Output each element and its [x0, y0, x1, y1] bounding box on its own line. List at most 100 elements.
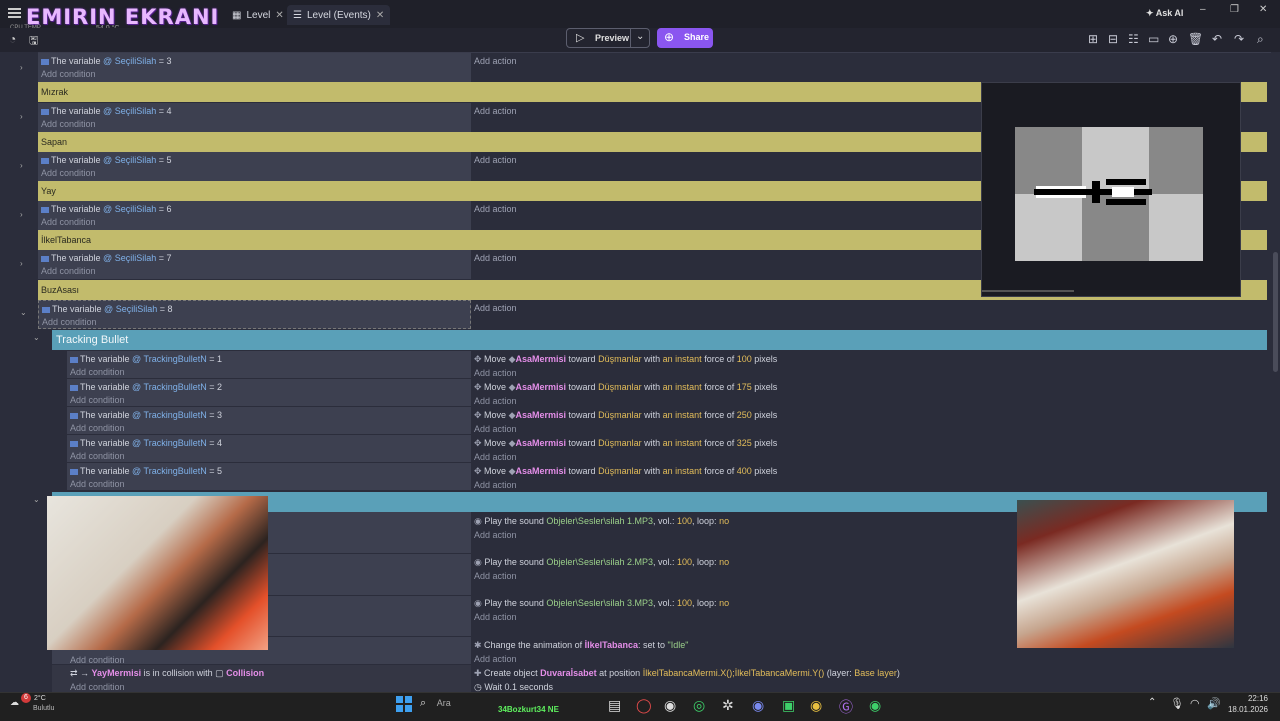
event-condition[interactable]: The variable @ SeçiliSilah = 5 Add condi…: [38, 152, 471, 181]
chevron-right-icon[interactable]: ›: [20, 259, 23, 268]
chevron-up-icon[interactable]: ⌃: [1148, 697, 1156, 708]
chrome-icon[interactable]: ◉: [810, 697, 822, 714]
add-condition-link[interactable]: Add condition: [41, 217, 468, 227]
gdevelop-icon[interactable]: Ⓖ: [839, 697, 853, 717]
settings-icon[interactable]: ✲: [722, 697, 734, 714]
add-condition-link[interactable]: Add condition: [41, 266, 468, 276]
action-play-sound[interactable]: ◉ Play the sound Objeler\Sesler\silah 3.…: [474, 598, 729, 622]
add-condition-link[interactable]: Add condition: [70, 395, 468, 405]
undo-icon[interactable]: ↶: [1212, 32, 1222, 46]
event-condition[interactable]: The variable @ SeçiliSilah = 3 Add condi…: [38, 53, 471, 82]
event-condition[interactable]: The variable @ SeçiliSilah = 6 Add condi…: [38, 201, 471, 230]
taskbar-search[interactable]: ⌕ Ara: [420, 697, 482, 711]
add-action-link[interactable]: Add action: [474, 106, 517, 116]
add-action-link[interactable]: Add action: [474, 56, 517, 66]
add-condition-link[interactable]: Add condition: [70, 367, 468, 377]
action-create-object[interactable]: ✚ Create object Duvaraİsabet at position…: [474, 668, 900, 693]
discord-icon[interactable]: ◉: [752, 697, 764, 714]
event-condition[interactable]: The variable @ SeçiliSilah = 8 Add condi…: [38, 300, 471, 329]
condition-value: = 5: [209, 466, 223, 476]
scrollbar-thumb[interactable]: [1273, 252, 1278, 372]
event-condition[interactable]: The variable @ SeçiliSilah = 7 Add condi…: [38, 250, 471, 279]
steam-icon[interactable]: ◉: [664, 697, 676, 714]
add-group-icon[interactable]: ☷: [1128, 32, 1139, 46]
ask-ai-button[interactable]: ✦ Ask AI: [1146, 8, 1183, 19]
chevron-down-icon[interactable]: ⌄: [636, 31, 644, 42]
add-action-link[interactable]: Add action: [474, 368, 777, 378]
add-condition-link[interactable]: Add condition: [42, 317, 467, 327]
opera-icon[interactable]: ◯: [636, 697, 652, 714]
add-condition-link[interactable]: Add condition: [41, 168, 468, 178]
windows-start-icon[interactable]: [396, 696, 412, 712]
share-button[interactable]: ⊕ Share: [657, 28, 713, 48]
add-condition-link[interactable]: Add condition: [70, 479, 468, 489]
event-condition[interactable]: The variable @ TrackingBulletN = 4 Add co…: [67, 435, 471, 462]
action-move-toward[interactable]: ✥ Move ◆AsaMermisi toward Düşmanlar with…: [474, 466, 777, 490]
add-condition-link[interactable]: Add condition: [55, 682, 468, 692]
add-condition-link[interactable]: Add condition: [55, 655, 468, 665]
whatsapp-icon[interactable]: ◎: [693, 697, 705, 714]
add-action-link[interactable]: Add action: [474, 571, 729, 581]
close-window-icon[interactable]: ✕: [1259, 4, 1267, 15]
add-condition-link[interactable]: Add condition: [41, 119, 468, 129]
group-header-tracking[interactable]: Tracking Bullet: [52, 330, 1267, 350]
event-condition[interactable]: The variable @ SeçiliSilah = 4 Add condi…: [38, 103, 471, 132]
action-play-sound[interactable]: ◉ Play the sound Objeler\Sesler\silah 1.…: [474, 516, 729, 540]
preview-button[interactable]: ▷ Preview ⌄: [566, 28, 650, 48]
add-condition-link[interactable]: Add condition: [41, 69, 468, 79]
tab-level[interactable]: ▦ Level ✕: [226, 5, 290, 25]
save-icon[interactable]: 🖫: [29, 32, 38, 51]
add-action-link[interactable]: Add action: [474, 530, 729, 540]
add-action-link[interactable]: Add action: [474, 654, 688, 664]
add-icon[interactable]: ⊕: [1168, 32, 1178, 46]
add-action-link[interactable]: Add action: [474, 204, 517, 214]
close-icon[interactable]: ✕: [376, 10, 384, 21]
add-event-icon[interactable]: ⊞: [1088, 32, 1098, 46]
microphone-icon[interactable]: 🎙: [1170, 697, 1184, 710]
minimize-icon[interactable]: –: [1200, 4, 1206, 15]
chevron-right-icon[interactable]: ›: [20, 161, 23, 170]
scrollbar[interactable]: [1271, 52, 1280, 692]
chevron-right-icon[interactable]: ›: [20, 210, 23, 219]
add-action-link[interactable]: Add action: [474, 155, 517, 165]
spotify-icon[interactable]: ◉: [869, 697, 881, 714]
action-move-toward[interactable]: ✥ Move ◆AsaMermisi toward Düşmanlar with…: [474, 410, 777, 434]
add-condition-link[interactable]: Add condition: [70, 423, 468, 433]
add-action-link[interactable]: Add action: [474, 480, 777, 490]
add-action-link[interactable]: Add action: [474, 452, 777, 462]
folder-icon[interactable]: ▤: [608, 697, 621, 714]
tab-level-events[interactable]: ☰ Level (Events) ✕: [287, 5, 391, 25]
add-action-link[interactable]: Add action: [474, 396, 777, 406]
add-action-link[interactable]: Add action: [474, 303, 517, 313]
event-condition[interactable]: The variable @ TrackingBulletN = 5 Add co…: [67, 463, 471, 490]
add-subevent-icon[interactable]: ⊟: [1108, 32, 1118, 46]
chevron-right-icon[interactable]: ›: [20, 112, 23, 121]
event-condition-collision[interactable]: ⇄ → YayMermisi is in collision with ▢ Co…: [52, 665, 471, 692]
app-icon[interactable]: ▣: [782, 697, 795, 714]
event-condition[interactable]: The variable @ TrackingBulletN = 2 Add co…: [67, 379, 471, 406]
add-action-link[interactable]: Add action: [474, 612, 729, 622]
action-play-sound[interactable]: ◉ Play the sound Objeler\Sesler\silah 2.…: [474, 557, 729, 581]
maximize-icon[interactable]: ❐: [1230, 4, 1239, 15]
delete-icon[interactable]: 🗑: [1188, 32, 1203, 46]
chevron-down-icon[interactable]: ⌄: [20, 308, 27, 317]
comment-icon[interactable]: ▭: [1148, 32, 1159, 46]
event-condition[interactable]: The variable @ TrackingBulletN = 3 Add co…: [67, 407, 471, 434]
action-move-toward[interactable]: ✥ Move ◆AsaMermisi toward Düşmanlar with…: [474, 438, 777, 462]
search-icon[interactable]: ⌕: [1257, 32, 1264, 47]
action-change-animation[interactable]: ✱ Change the animation of İlkelTabanca: …: [474, 640, 688, 664]
wifi-icon[interactable]: ◠: [1190, 697, 1200, 710]
redo-icon[interactable]: ↷: [1234, 32, 1244, 46]
chevron-right-icon[interactable]: ›: [20, 63, 23, 72]
add-condition-link[interactable]: Add condition: [70, 451, 468, 461]
action-move-toward[interactable]: ✥ Move ◆AsaMermisi toward Düşmanlar with…: [474, 354, 777, 378]
add-action-link[interactable]: Add action: [474, 424, 777, 434]
action-move-toward[interactable]: ✥ Move ◆AsaMermisi toward Düşmanlar with…: [474, 382, 777, 406]
chevron-down-icon[interactable]: ⌄: [33, 333, 40, 342]
menu-icon[interactable]: [8, 8, 21, 18]
event-condition[interactable]: The variable @ TrackingBulletN = 1 Add co…: [67, 351, 471, 378]
add-action-link[interactable]: Add action: [474, 253, 517, 263]
variable-name: @ TrackingBulletN: [132, 438, 207, 448]
close-icon[interactable]: ✕: [275, 10, 283, 21]
chevron-down-icon[interactable]: ⌄: [33, 495, 40, 504]
